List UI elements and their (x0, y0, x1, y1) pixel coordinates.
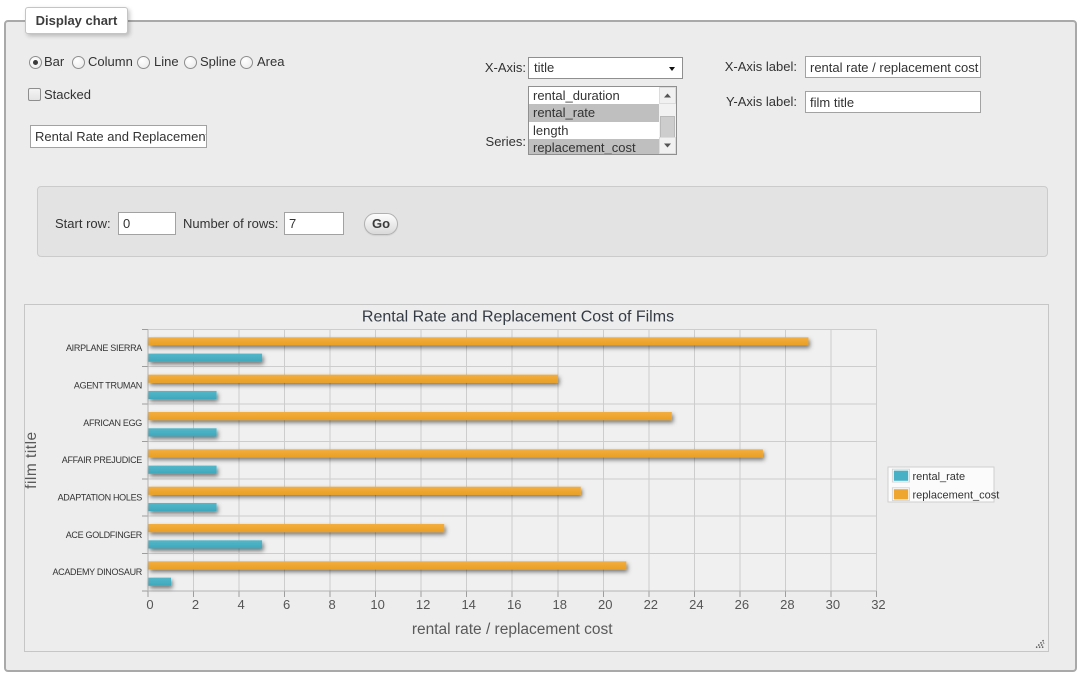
svg-text:14: 14 (461, 597, 475, 612)
svg-text:AIRPLANE SIERRA: AIRPLANE SIERRA (66, 343, 142, 353)
svg-text:2: 2 (192, 597, 199, 612)
svg-text:8: 8 (328, 597, 335, 612)
svg-text:30: 30 (826, 597, 840, 612)
svg-text:rental rate / replacement cost: rental rate / replacement cost (412, 621, 613, 638)
svg-text:10: 10 (370, 597, 384, 612)
svg-text:Rental Rate and Replacement Co: Rental Rate and Replacement Cost of Film… (362, 309, 674, 326)
svg-text:24: 24 (689, 597, 703, 612)
svg-text:26: 26 (735, 597, 749, 612)
svg-text:AGENT TRUMAN: AGENT TRUMAN (74, 380, 142, 390)
svg-text:20: 20 (598, 597, 612, 612)
svg-text:6: 6 (283, 597, 290, 612)
svg-text:32: 32 (871, 597, 885, 612)
svg-text:film title: film title (25, 431, 40, 489)
svg-text:0: 0 (146, 597, 153, 612)
svg-text:ADAPTATION HOLES: ADAPTATION HOLES (58, 492, 143, 502)
svg-text:12: 12 (416, 597, 430, 612)
svg-text:4: 4 (237, 597, 244, 612)
svg-text:AFFAIR PREJUDICE: AFFAIR PREJUDICE (62, 455, 143, 465)
svg-text:ACADEMY DINOSAUR: ACADEMY DINOSAUR (52, 567, 142, 577)
svg-text:22: 22 (644, 597, 658, 612)
svg-text:rental_rate: rental_rate (913, 471, 966, 483)
svg-text:18: 18 (553, 597, 567, 612)
svg-text:AFRICAN EGG: AFRICAN EGG (83, 418, 142, 428)
svg-text:16: 16 (507, 597, 521, 612)
svg-text:ACE GOLDFINGER: ACE GOLDFINGER (66, 530, 143, 540)
svg-text:28: 28 (780, 597, 794, 612)
svg-text:replacement_cost: replacement_cost (913, 490, 1000, 502)
